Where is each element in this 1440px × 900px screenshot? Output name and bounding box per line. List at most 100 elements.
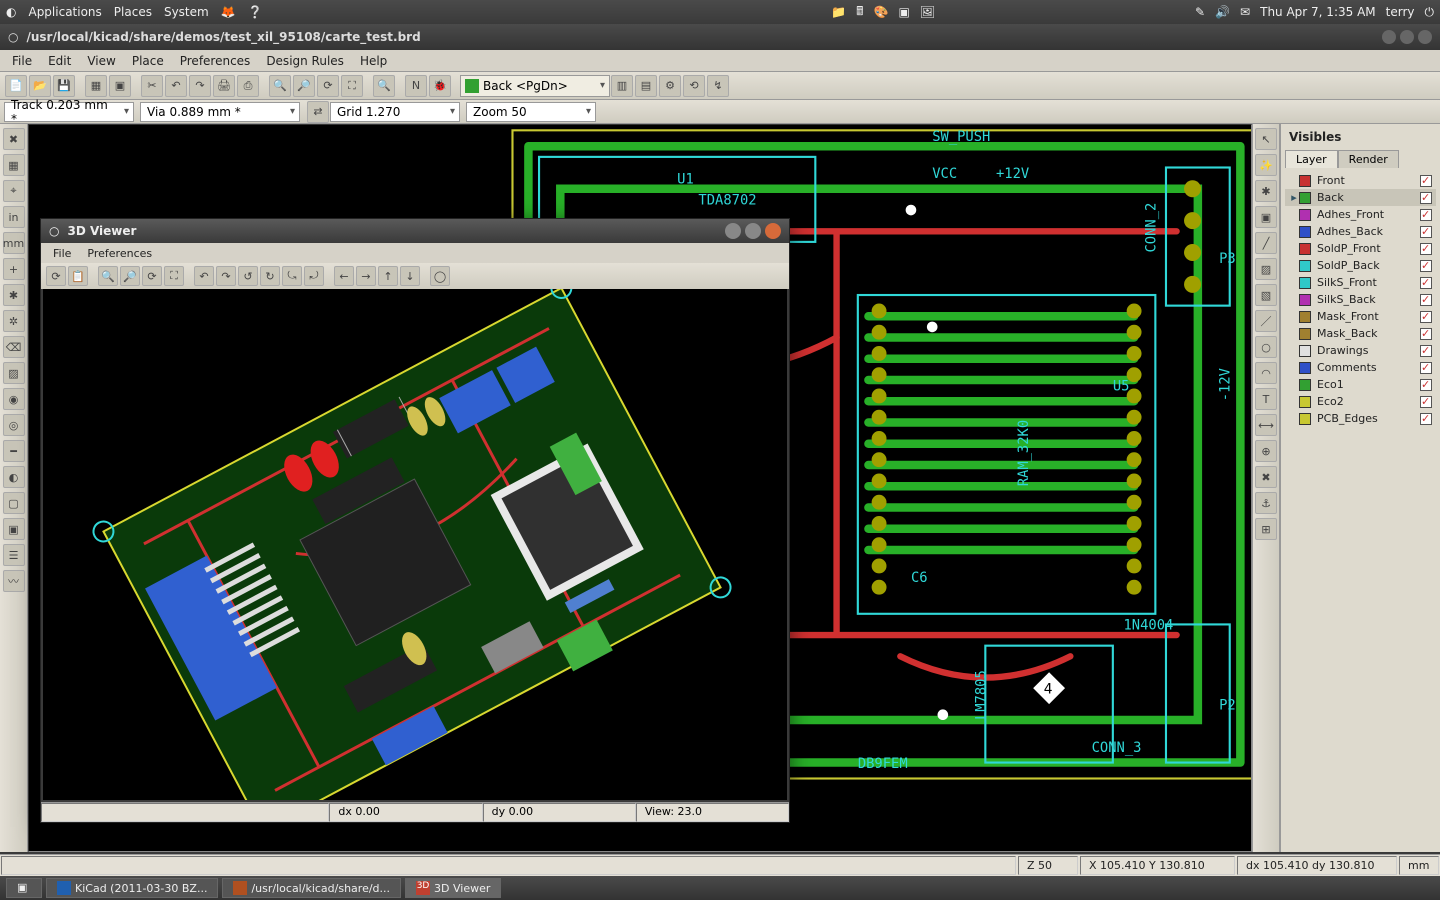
toolbar-icon[interactable]: ▢ [3, 492, 25, 514]
minimize-button[interactable] [725, 223, 741, 239]
rotate-x-pos-icon[interactable]: ↷ [216, 266, 236, 286]
grid-origin-icon[interactable]: ⊞ [1255, 518, 1277, 540]
layer-visibility-checkbox[interactable] [1420, 328, 1432, 340]
layer-row[interactable]: ▸Back [1285, 189, 1436, 206]
layer-row[interactable]: SoldP_Front [1285, 240, 1436, 257]
via-size-select[interactable]: Via 0.889 mm * [140, 102, 300, 122]
add-keepout-icon[interactable]: ▧ [1255, 284, 1277, 306]
track-width-select[interactable]: Track 0.203 mm * [4, 102, 134, 122]
ratsnest-icon[interactable]: ✱ [3, 284, 25, 306]
add-module-icon[interactable]: ▣ [1255, 206, 1277, 228]
tray-icon[interactable]: ▣ [898, 5, 909, 19]
new-icon[interactable]: 📄 [5, 75, 27, 97]
layers-toolbar-icon[interactable]: ☰ [3, 544, 25, 566]
zoom-in-icon[interactable]: 🔍 [269, 75, 291, 97]
layer-row[interactable]: Mask_Back [1285, 325, 1436, 342]
layer-row[interactable]: Eco1 [1285, 376, 1436, 393]
rotate-z-pos-icon[interactable]: ⤾ [304, 266, 324, 286]
layer-visibility-checkbox[interactable] [1420, 379, 1432, 391]
minimize-button[interactable] [1382, 30, 1396, 44]
layer-visibility-checkbox[interactable] [1420, 209, 1432, 221]
layer-row[interactable]: SilkS_Front [1285, 274, 1436, 291]
close-button[interactable] [1418, 30, 1432, 44]
show-desktop-button[interactable]: ▣ [6, 878, 42, 898]
layer-visibility-checkbox[interactable] [1420, 192, 1432, 204]
menu-place[interactable]: Place [124, 52, 172, 70]
copy-image-icon[interactable]: 📋 [68, 266, 88, 286]
netlist-icon[interactable]: N [405, 75, 427, 97]
mwave-toolbar-icon[interactable]: 〰 [3, 570, 25, 592]
add-line-icon[interactable]: ／ [1255, 310, 1277, 332]
rotate-y-pos-icon[interactable]: ↻ [260, 266, 280, 286]
layer-visibility-checkbox[interactable] [1420, 243, 1432, 255]
tray-icon[interactable]: 🖩 [856, 2, 863, 23]
maximize-button[interactable] [1400, 30, 1414, 44]
move-left-icon[interactable]: ← [334, 266, 354, 286]
ratsnest-module-icon[interactable]: ✲ [3, 310, 25, 332]
task-3dviewer[interactable]: 3D3D Viewer [405, 878, 501, 898]
undo-icon[interactable]: ↶ [165, 75, 187, 97]
redo-icon[interactable]: ↷ [189, 75, 211, 97]
tray-icon[interactable]: ✎ [1195, 5, 1205, 19]
add-circle-icon[interactable]: ○ [1255, 336, 1277, 358]
layer-row[interactable]: SilkS_Back [1285, 291, 1436, 308]
ortho-icon[interactable]: ◯ [430, 266, 450, 286]
menu-preferences[interactable]: Preferences [172, 52, 259, 70]
layer-select[interactable]: Back <PgDn> [460, 75, 610, 97]
zone-fill-icon[interactable]: ▨ [3, 362, 25, 384]
anchor-icon[interactable]: ⚓ [1255, 492, 1277, 514]
layer-visibility-checkbox[interactable] [1420, 277, 1432, 289]
zoom-select[interactable]: Zoom 50 [466, 102, 596, 122]
zoom-redraw-icon[interactable]: ⟳ [142, 266, 162, 286]
contrast-icon[interactable]: ◐ [3, 466, 25, 488]
layer-row[interactable]: Front [1285, 172, 1436, 189]
menu-edit[interactable]: Edit [40, 52, 79, 70]
drc-off-icon[interactable]: ✖ [3, 128, 25, 150]
menu-design-rules[interactable]: Design Rules [258, 52, 352, 70]
add-dimension-icon[interactable]: ⟷ [1255, 414, 1277, 436]
layer-row[interactable]: SoldP_Back [1285, 257, 1436, 274]
delete-icon[interactable]: ✖ [1255, 466, 1277, 488]
mail-icon[interactable]: ✉ [1240, 5, 1250, 19]
move-right-icon[interactable]: → [356, 266, 376, 286]
volume-icon[interactable]: 🔊 [1215, 5, 1230, 19]
add-target-icon[interactable]: ⊕ [1255, 440, 1277, 462]
menu-help[interactable]: Help [352, 52, 395, 70]
reload-icon[interactable]: ⟳ [46, 266, 66, 286]
add-arc-icon[interactable]: ◠ [1255, 362, 1277, 384]
cut-icon[interactable]: ✂ [141, 75, 163, 97]
highlight-net-icon[interactable]: ✨ [1255, 154, 1277, 176]
via-fill-icon[interactable]: ◎ [3, 414, 25, 436]
cursor-shape-icon[interactable]: + [3, 258, 25, 280]
help-icon[interactable]: ❔ [248, 5, 263, 19]
layer-row[interactable]: Adhes_Front [1285, 206, 1436, 223]
layer-visibility-checkbox[interactable] [1420, 362, 1432, 374]
save-icon[interactable]: 💾 [53, 75, 75, 97]
firefox-icon[interactable]: 🦊 [221, 5, 236, 19]
layer-visibility-checkbox[interactable] [1420, 260, 1432, 272]
appmenu-icon[interactable]: ○ [8, 30, 18, 44]
toolbar-icon[interactable]: ▤ [635, 75, 657, 97]
toolbar-icon[interactable]: ↯ [707, 75, 729, 97]
plot-icon[interactable]: ⎙ [237, 75, 259, 97]
tray-icon[interactable]: 🎨 [874, 5, 889, 19]
rotate-y-neg-icon[interactable]: ↺ [238, 266, 258, 286]
zoom-fit-icon[interactable]: ⛶ [341, 75, 363, 97]
menu-file[interactable]: File [45, 246, 79, 261]
ratsnest-display-icon[interactable]: ✱ [1255, 180, 1277, 202]
menu-system[interactable]: System [164, 5, 209, 19]
find-icon[interactable]: 🔍 [373, 75, 395, 97]
tray-icon[interactable]: 🖼 [920, 5, 935, 19]
clock[interactable]: Thu Apr 7, 1:35 AM [1260, 5, 1376, 19]
3d-canvas[interactable] [43, 289, 787, 800]
menu-applications[interactable]: Applications [28, 5, 101, 19]
menu-preferences[interactable]: Preferences [79, 246, 160, 261]
grid-select[interactable]: Grid 1.270 [330, 102, 460, 122]
page-settings-icon[interactable]: ▦ [85, 75, 107, 97]
mode-icon[interactable]: ⟲ [683, 75, 705, 97]
add-text-icon[interactable]: T [1255, 388, 1277, 410]
grid-icon[interactable]: ▦ [3, 154, 25, 176]
tray-icon[interactable]: 📁 [831, 5, 846, 19]
autodelete-icon[interactable]: ⌫ [3, 336, 25, 358]
track-fill-icon[interactable]: ━ [3, 440, 25, 462]
